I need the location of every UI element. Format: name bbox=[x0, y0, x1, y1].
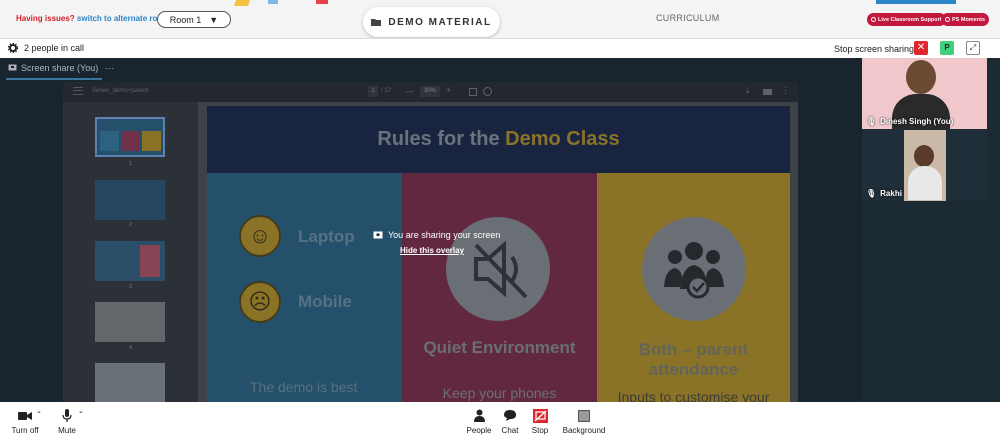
people-button[interactable]: People bbox=[464, 407, 494, 435]
hide-overlay-link[interactable]: Hide this overlay bbox=[400, 246, 464, 255]
participant-sidebar: 🎙 Dinesh Singh (You) 🎙 Rakhi bbox=[862, 58, 1000, 402]
ps-moments-label: PS Moments bbox=[952, 16, 986, 23]
chat-icon bbox=[504, 410, 516, 421]
expand-button[interactable]: ⤢ bbox=[966, 41, 980, 55]
participant-name-label: Dinesh Singh (You) bbox=[880, 117, 954, 126]
room-select[interactable]: Room 1 ▼ bbox=[157, 11, 231, 28]
participant-name: 🎙 Rakhi bbox=[866, 189, 902, 198]
microphone-icon bbox=[62, 409, 72, 422]
chevron-down-icon[interactable]: ⌄ bbox=[78, 407, 84, 415]
moments-icon bbox=[945, 17, 950, 22]
pin-button[interactable]: P bbox=[940, 41, 954, 55]
people-count-label: 2 people in call bbox=[24, 43, 85, 53]
call-bar: 2 people in call Stop screen sharing ✕ P… bbox=[0, 38, 1000, 58]
bottom-control-bar: Turn off ⌄ Mute ⌄ People Chat Stop Backg… bbox=[0, 402, 1000, 441]
decor-shape bbox=[316, 0, 328, 4]
screen-share-stage: Screen share (You) ··· Senior_demo+paren… bbox=[0, 58, 862, 402]
background-label: Background bbox=[562, 426, 606, 435]
sharing-message-text: You are sharing your screen bbox=[388, 230, 501, 240]
chat-button[interactable]: Chat bbox=[498, 407, 522, 435]
sharing-overlay: You are sharing your screen Hide this ov… bbox=[0, 58, 862, 402]
issues-text: Having issues? bbox=[16, 14, 75, 23]
gear-icon[interactable] bbox=[8, 43, 18, 53]
stop-sharing-label: Stop screen sharing bbox=[834, 44, 915, 54]
room-select-value: Room 1 bbox=[169, 14, 202, 25]
alternate-room-link[interactable]: switch to alternate room bbox=[77, 14, 169, 23]
people-label: People bbox=[466, 426, 492, 435]
decor-shape bbox=[268, 0, 278, 4]
decor-bar bbox=[876, 0, 956, 4]
stop-share-icon bbox=[532, 408, 548, 423]
participant-video bbox=[904, 130, 946, 201]
turn-off-label: Turn off bbox=[11, 426, 39, 435]
chat-label: Chat bbox=[501, 426, 519, 435]
camera-icon bbox=[18, 411, 32, 420]
screen-share-icon bbox=[373, 231, 383, 238]
participant-name-label: Rakhi bbox=[880, 189, 902, 198]
participant-tile[interactable]: 🎙 Rakhi bbox=[862, 130, 987, 201]
people-count: 2 people in call bbox=[8, 43, 84, 53]
demo-material-label: DEMO MATERIAL bbox=[388, 16, 492, 28]
background-icon bbox=[578, 409, 590, 422]
ps-moments-button[interactable]: PS Moments bbox=[941, 13, 990, 26]
participant-name: 🎙 Dinesh Singh (You) bbox=[866, 117, 953, 126]
expand-icon: ⤢ bbox=[969, 43, 977, 52]
mute-button[interactable]: Mute bbox=[54, 407, 80, 435]
decor-shape bbox=[233, 0, 251, 6]
chevron-down-icon[interactable]: ⌄ bbox=[36, 407, 42, 415]
issues-notice: Having issues? switch to alternate room bbox=[16, 14, 169, 23]
stop-sharing-button[interactable]: ✕ bbox=[914, 41, 928, 55]
chevron-down-icon: ▼ bbox=[209, 14, 219, 25]
close-icon: ✕ bbox=[916, 42, 926, 53]
demo-material-button[interactable]: DEMO MATERIAL bbox=[363, 7, 500, 37]
live-support-button[interactable]: Live Classroom Support bbox=[867, 13, 946, 26]
participant-video bbox=[906, 60, 936, 94]
stop-share-button[interactable]: Stop bbox=[528, 407, 552, 435]
person-icon bbox=[473, 409, 485, 422]
stop-label: Stop bbox=[531, 426, 549, 435]
support-icon bbox=[871, 17, 876, 22]
mute-label: Mute bbox=[58, 426, 76, 435]
live-support-label: Live Classroom Support bbox=[878, 16, 942, 23]
participant-tile[interactable]: 🎙 Dinesh Singh (You) bbox=[862, 58, 987, 129]
folder-icon bbox=[371, 19, 382, 26]
top-bar: Having issues? switch to alternate room … bbox=[0, 0, 1000, 38]
background-button[interactable]: Background bbox=[560, 407, 608, 435]
microphone-icon: 🎙 bbox=[866, 117, 877, 126]
sharing-message: You are sharing your screen bbox=[373, 230, 500, 240]
curriculum-tab[interactable]: CURRICULUM bbox=[656, 13, 720, 23]
microphone-icon: 🎙 bbox=[866, 189, 877, 198]
